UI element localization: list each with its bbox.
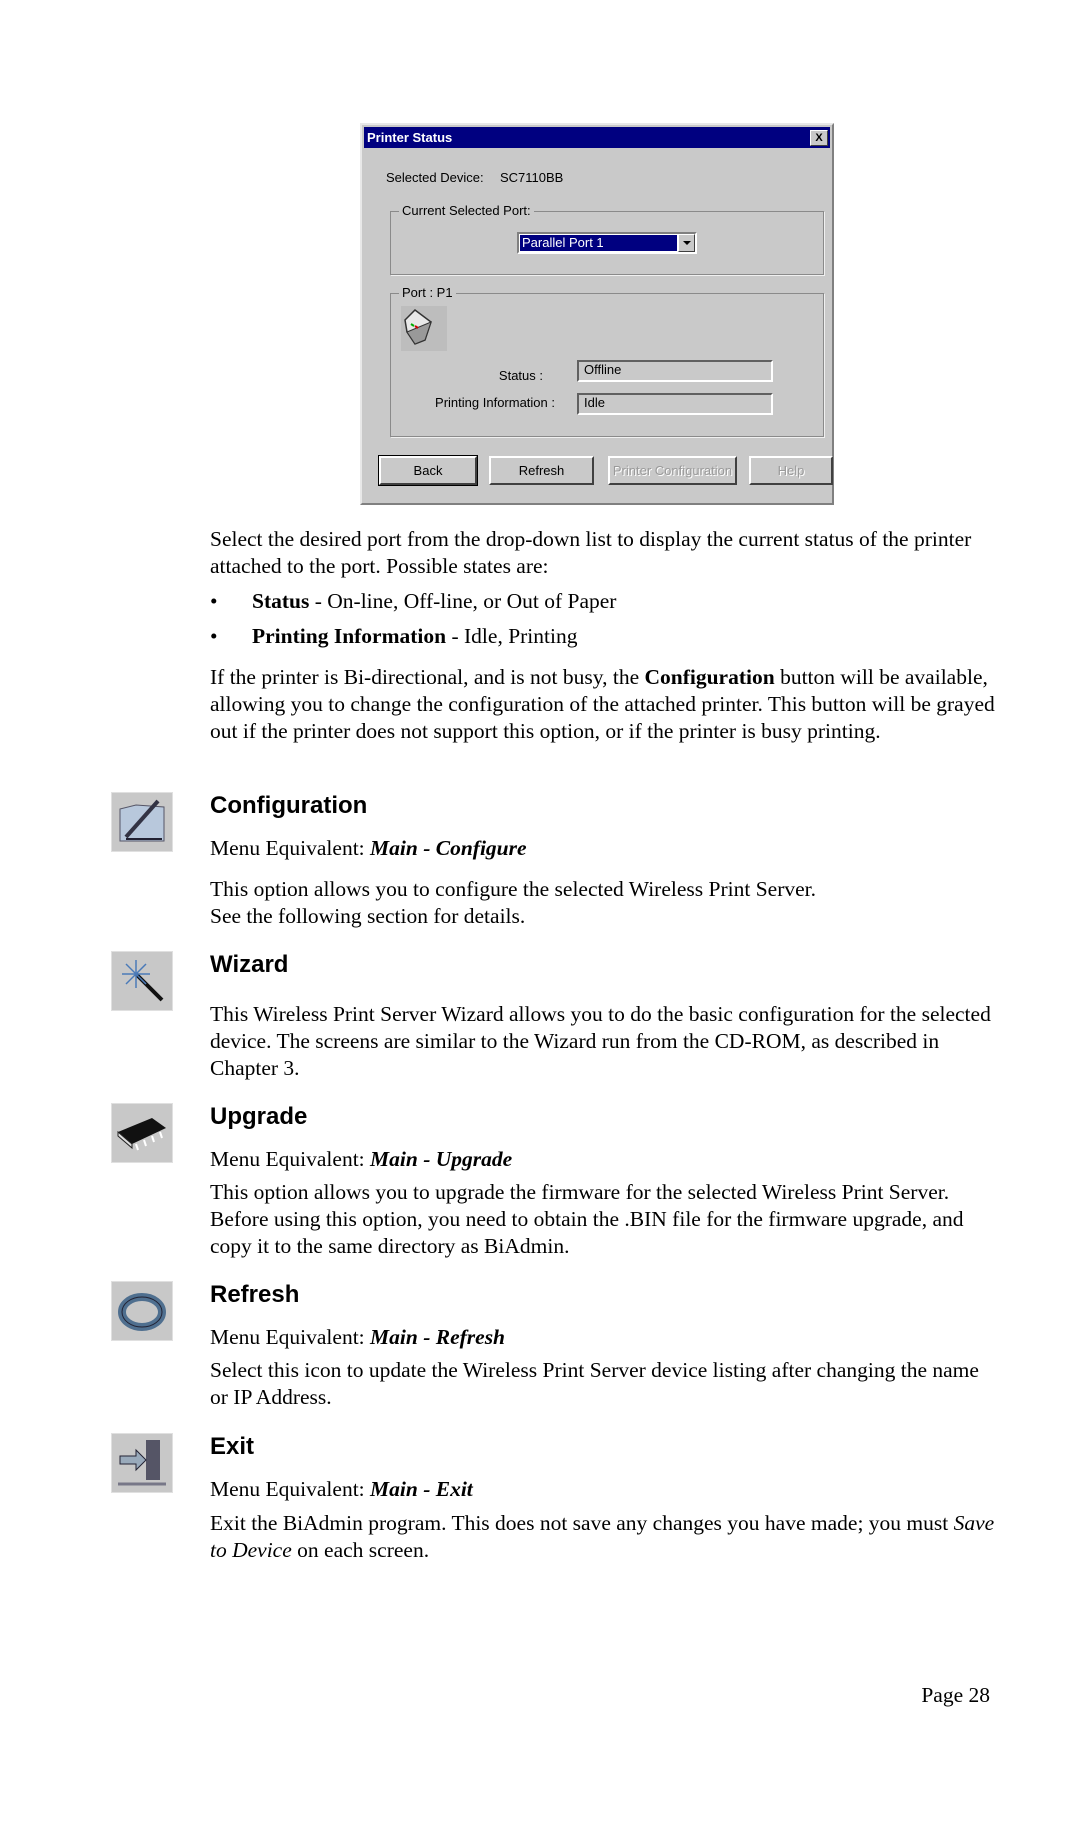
bullet-term: Printing Information — [252, 624, 447, 648]
printing-info-field: Idle — [577, 393, 773, 415]
exit-menu-equivalent: Menu Equivalent: Main - Exit — [210, 1476, 1000, 1503]
port-dropdown-value: Parallel Port 1 — [520, 235, 677, 251]
bullet-text: - On-line, Off-line, or Out of Paper — [309, 589, 617, 613]
text: If the printer is Bi-directional, and is… — [210, 665, 645, 689]
upgrade-heading: Upgrade — [210, 1103, 308, 1130]
close-button[interactable]: X — [810, 130, 828, 146]
text: This option allows you to configure the … — [210, 877, 816, 901]
text: on each screen. — [291, 1538, 430, 1562]
configure-pen-folder-icon — [111, 792, 173, 852]
port-info-group-label: Port : P1 — [399, 285, 456, 301]
wizard-heading: Wizard — [210, 951, 289, 978]
dialog-title: Printer Status — [367, 130, 453, 145]
bullet-term: Status — [252, 589, 310, 613]
selected-device-value: SC7110BB — [500, 170, 564, 185]
text: Exit the BiAdmin program. This does not … — [210, 1511, 954, 1535]
printer-configuration-button[interactable]: Printer Configuration — [608, 456, 737, 485]
exit-description: Exit the BiAdmin program. This does not … — [210, 1510, 1000, 1564]
configuration-description: This option allows you to configure the … — [210, 876, 1000, 930]
selected-device-label: Selected Device: — [386, 170, 484, 185]
printing-info-label: Printing Information : — [435, 395, 555, 410]
port-info-group: Port : P1 Status : Offline Printing Info… — [390, 285, 824, 437]
chevron-down-icon[interactable] — [678, 234, 695, 252]
bold-term: Configuration — [644, 665, 775, 689]
upgrade-description: This option allows you to upgrade the fi… — [210, 1180, 964, 1258]
text: Menu Equivalent: — [210, 1147, 371, 1171]
back-button[interactable]: Back — [378, 455, 478, 486]
current-port-group-label: Current Selected Port: — [399, 203, 534, 219]
page-number: Page 28 — [921, 1683, 990, 1707]
wizard-description: This Wireless Print Server Wizard allows… — [210, 1002, 991, 1080]
menu-path: Main - Refresh — [370, 1325, 506, 1349]
current-port-group: Current Selected Port: Parallel Port 1 — [390, 203, 824, 275]
menu-path: Main - Exit — [370, 1477, 473, 1501]
configuration-note-paragraph: If the printer is Bi-directional, and is… — [210, 664, 1000, 745]
configuration-menu-equivalent: Menu Equivalent: Main - Configure — [210, 835, 1000, 862]
upgrade-menu-equivalent: Menu Equivalent: Main - Upgrade — [210, 1146, 1000, 1173]
refresh-menu-equivalent: Menu Equivalent: Main - Refresh — [210, 1324, 1000, 1351]
exit-heading: Exit — [210, 1433, 255, 1460]
refresh-description: Select this icon to update the Wireless … — [210, 1358, 979, 1409]
text: See the following section for details. — [210, 904, 526, 928]
help-button[interactable]: Help — [749, 456, 833, 485]
menu-path: Main - Configure — [370, 836, 527, 860]
port-dropdown[interactable]: Parallel Port 1 — [517, 232, 697, 254]
memory-chip-icon — [111, 1103, 173, 1163]
refresh-button[interactable]: Refresh — [489, 456, 594, 485]
dialog-titlebar: Printer Status X — [364, 127, 830, 148]
magic-wand-icon — [111, 951, 173, 1011]
refresh-heading: Refresh — [210, 1281, 300, 1308]
menu-path: Main - Upgrade — [370, 1147, 513, 1171]
text: Menu Equivalent: — [210, 836, 371, 860]
refresh-arrows-icon — [111, 1281, 173, 1341]
printer-status-dialog: Printer Status X Selected Device: SC7110… — [360, 123, 834, 505]
text: Menu Equivalent: — [210, 1325, 371, 1349]
configuration-heading: Configuration — [210, 792, 368, 819]
intro-paragraph: Select the desired port from the drop-do… — [210, 527, 972, 578]
exit-door-icon — [111, 1433, 173, 1493]
text: Menu Equivalent: — [210, 1477, 371, 1501]
status-label: Status : — [498, 368, 543, 383]
printer-icon — [401, 306, 447, 351]
bullet-text: - Idle, Printing — [446, 624, 578, 648]
status-field: Offline — [577, 360, 773, 382]
